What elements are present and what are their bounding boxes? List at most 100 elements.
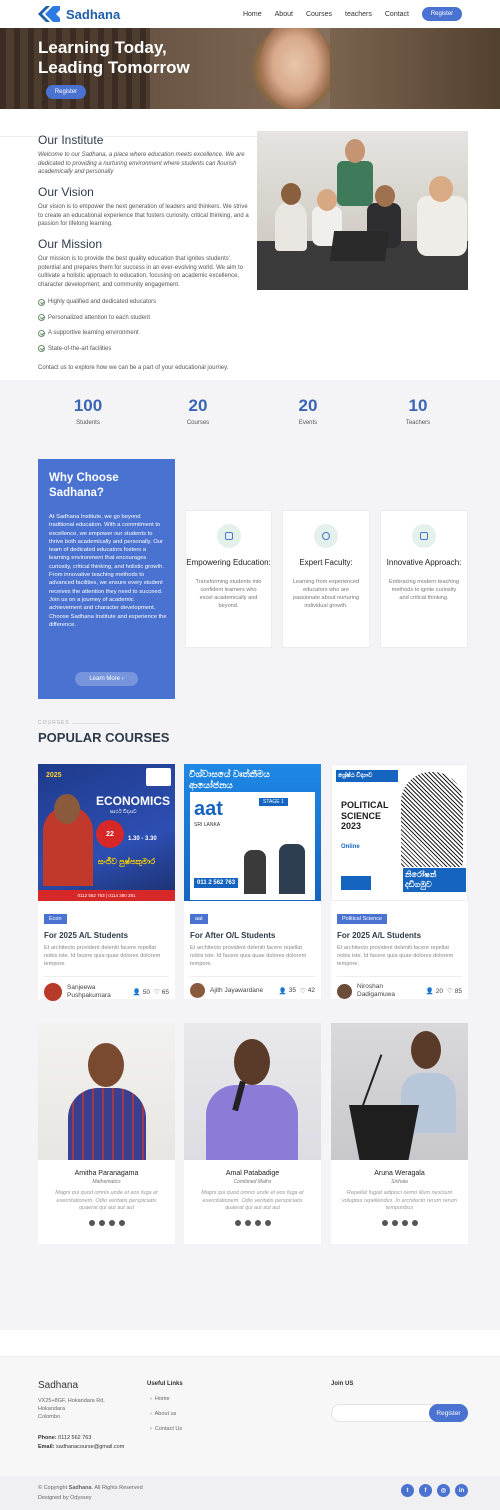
email-label: Email: [38, 1444, 55, 1450]
instagram-icon[interactable] [401, 1219, 408, 1226]
poster-subtitle: ශ්‍රේෂ්ඨ විද්‍යාව [336, 770, 398, 782]
twitter-icon[interactable] [381, 1219, 388, 1226]
teacher-card[interactable]: Amal Patabadige Combined Maths Magni qui… [184, 1023, 321, 1244]
teacher-name[interactable]: Ajith Jayawardane [210, 987, 263, 994]
nav-contact[interactable]: Contact [385, 11, 409, 18]
feature-title: Innovative Approach: [386, 558, 462, 567]
poster-country: SRI LANKA [194, 822, 221, 828]
photo-head [317, 189, 337, 211]
phone-value[interactable]: 0112 562 763 [58, 1435, 91, 1441]
teacher-name[interactable]: Sanjeewa Pushpakumara [67, 984, 119, 1000]
course-card[interactable]: විශ්වාසයේ වෘත්තීමය ආයෝජනය aat SRI LANKA … [184, 764, 321, 999]
teacher-name[interactable]: Amal Patabadige [184, 1170, 321, 1177]
linkedin-icon[interactable] [411, 1219, 418, 1226]
course-card[interactable]: ශ්‍රේෂ්ඨ විද්‍යාව POLITICAL SCIENCE 2023… [331, 764, 468, 999]
email-value[interactable]: sadhanacourse@gmail.com [56, 1444, 124, 1450]
photo-head [375, 185, 395, 207]
poster-person [279, 844, 305, 894]
feature-desc: Learning from experienced educators who … [292, 578, 360, 609]
nav-teachers[interactable]: teachers [345, 11, 372, 18]
join-register-button[interactable]: Register [429, 1404, 468, 1422]
teacher-desc: Repellat fugiat adipisci nemo illum nesc… [341, 1190, 458, 1211]
podium [349, 1105, 419, 1160]
instagram-icon[interactable]: ◎ [437, 1484, 450, 1497]
copyright-bar: © Copyright Sadhana. All Rights Reserved… [0, 1476, 500, 1510]
poster-logo [146, 768, 171, 786]
photo-person [417, 196, 467, 256]
learn-more-label: Learn More [89, 676, 120, 682]
courses-kicker: COURSES [38, 720, 70, 726]
nav-courses[interactable]: Courses [306, 11, 332, 18]
logo-icon[interactable] [38, 6, 60, 22]
course-tag[interactable]: aat [190, 914, 208, 924]
twitter-icon[interactable] [88, 1219, 95, 1226]
teacher-name[interactable]: Niroshan Dadigamuwa [357, 983, 407, 999]
linkedin-icon[interactable] [118, 1219, 125, 1226]
check-item: A supportive learning environment [38, 328, 250, 338]
poster-stage: STAGE 1 [259, 798, 288, 806]
linkedin-icon[interactable]: in [455, 1484, 468, 1497]
twitter-icon[interactable] [234, 1219, 241, 1226]
mission-title: Our Mission [38, 237, 103, 251]
link-label[interactable]: Contact Us [155, 1426, 182, 1432]
facebook-icon[interactable] [391, 1219, 398, 1226]
course-tag[interactable]: Econ [44, 914, 67, 924]
teacher-card[interactable]: Amitha Paranagama Mathematics Magni qui … [38, 1023, 175, 1244]
poster-brand: aat [194, 798, 223, 820]
footer-link-about[interactable]: › About us [150, 1411, 176, 1417]
divider [44, 976, 169, 977]
nav-register-button[interactable]: Register [422, 7, 462, 21]
nav-home[interactable]: Home [243, 11, 262, 18]
instagram-icon[interactable] [254, 1219, 261, 1226]
teacher-name[interactable]: Aruna Weragala [331, 1170, 468, 1177]
teacher-name[interactable]: Amitha Paranagama [38, 1170, 175, 1177]
teacher-head [411, 1031, 441, 1069]
stat-courses-label: Courses [186, 420, 210, 426]
link-label[interactable]: Home [155, 1396, 170, 1402]
students-count: 👤 35 [279, 987, 296, 995]
address-line: VX25+8GF, Hokandara Rd, [38, 1398, 105, 1404]
course-card[interactable]: 2025 ECONOMICS සාර්ථ විද්‍යාව 22 1.30 - … [38, 764, 175, 1001]
course-body: Econ For 2025 A/L Students Et architecto… [38, 901, 175, 1001]
facebook-icon[interactable]: f [419, 1484, 432, 1497]
brand-name[interactable]: Sadhana [66, 7, 120, 22]
footer-social: t f ◎ in [401, 1484, 468, 1497]
footer-link-home[interactable]: › Home [150, 1396, 170, 1402]
likes-value: 65 [161, 988, 169, 996]
twitter-icon[interactable]: t [401, 1484, 414, 1497]
nav-about[interactable]: About [275, 11, 293, 18]
poster-phone: 011 2 562 763 [194, 878, 239, 888]
teacher-role: Combined Maths [233, 1179, 272, 1185]
course-title[interactable]: For 2025 A/L Students [337, 931, 462, 940]
check-item: State-of-the-art facilities [38, 344, 250, 354]
footer-link-contact[interactable]: › Contact Us [150, 1426, 182, 1432]
facebook-icon[interactable] [244, 1219, 251, 1226]
poster-statue [401, 772, 463, 867]
hero-register-button[interactable]: Register [46, 85, 86, 99]
teacher-desc: Magni qui quod omnis unde et eos fuga et… [55, 1190, 158, 1211]
expert-icon [314, 524, 338, 548]
poster-phone: 0112 562 763 | 0114 380 281 [38, 890, 175, 901]
teacher-card[interactable]: Aruna Weragala Sinhala Repellat fugiat a… [331, 1023, 468, 1244]
feature-title: Expert Faculty: [299, 558, 353, 567]
course-title[interactable]: For After O/L Students [190, 931, 315, 940]
facebook-icon[interactable] [98, 1219, 105, 1226]
students-value: 20 [435, 987, 443, 995]
why-choose-card: Why Choose Sadhana? At Sadhana Institute… [38, 459, 175, 699]
link-label[interactable]: About us [155, 1411, 177, 1417]
students-count: 👤 20 [426, 987, 443, 996]
copyright-brand: Sadhana [68, 1485, 92, 1491]
instagram-icon[interactable] [108, 1219, 115, 1226]
photo-laptop [329, 231, 390, 261]
course-tag[interactable]: Political Science [337, 914, 388, 924]
stats-bar: 100 Students 20 Courses 20 Events 10 Tea… [0, 380, 500, 435]
stat-teachers-label: Teachers [405, 420, 431, 426]
teacher-role: Sinhala [391, 1179, 408, 1185]
learn-more-button[interactable]: Learn More › [75, 672, 138, 686]
poster-title: විශ්වාසයේ වෘත්තීමය ආයෝජනය [189, 769, 270, 790]
poster-name: සංජීව පුෂ්පකුමාර [98, 857, 156, 866]
linkedin-icon[interactable] [264, 1219, 271, 1226]
photo-head [281, 183, 301, 205]
course-title[interactable]: For 2025 A/L Students [44, 931, 169, 940]
heart-icon: ♡ [299, 987, 306, 995]
